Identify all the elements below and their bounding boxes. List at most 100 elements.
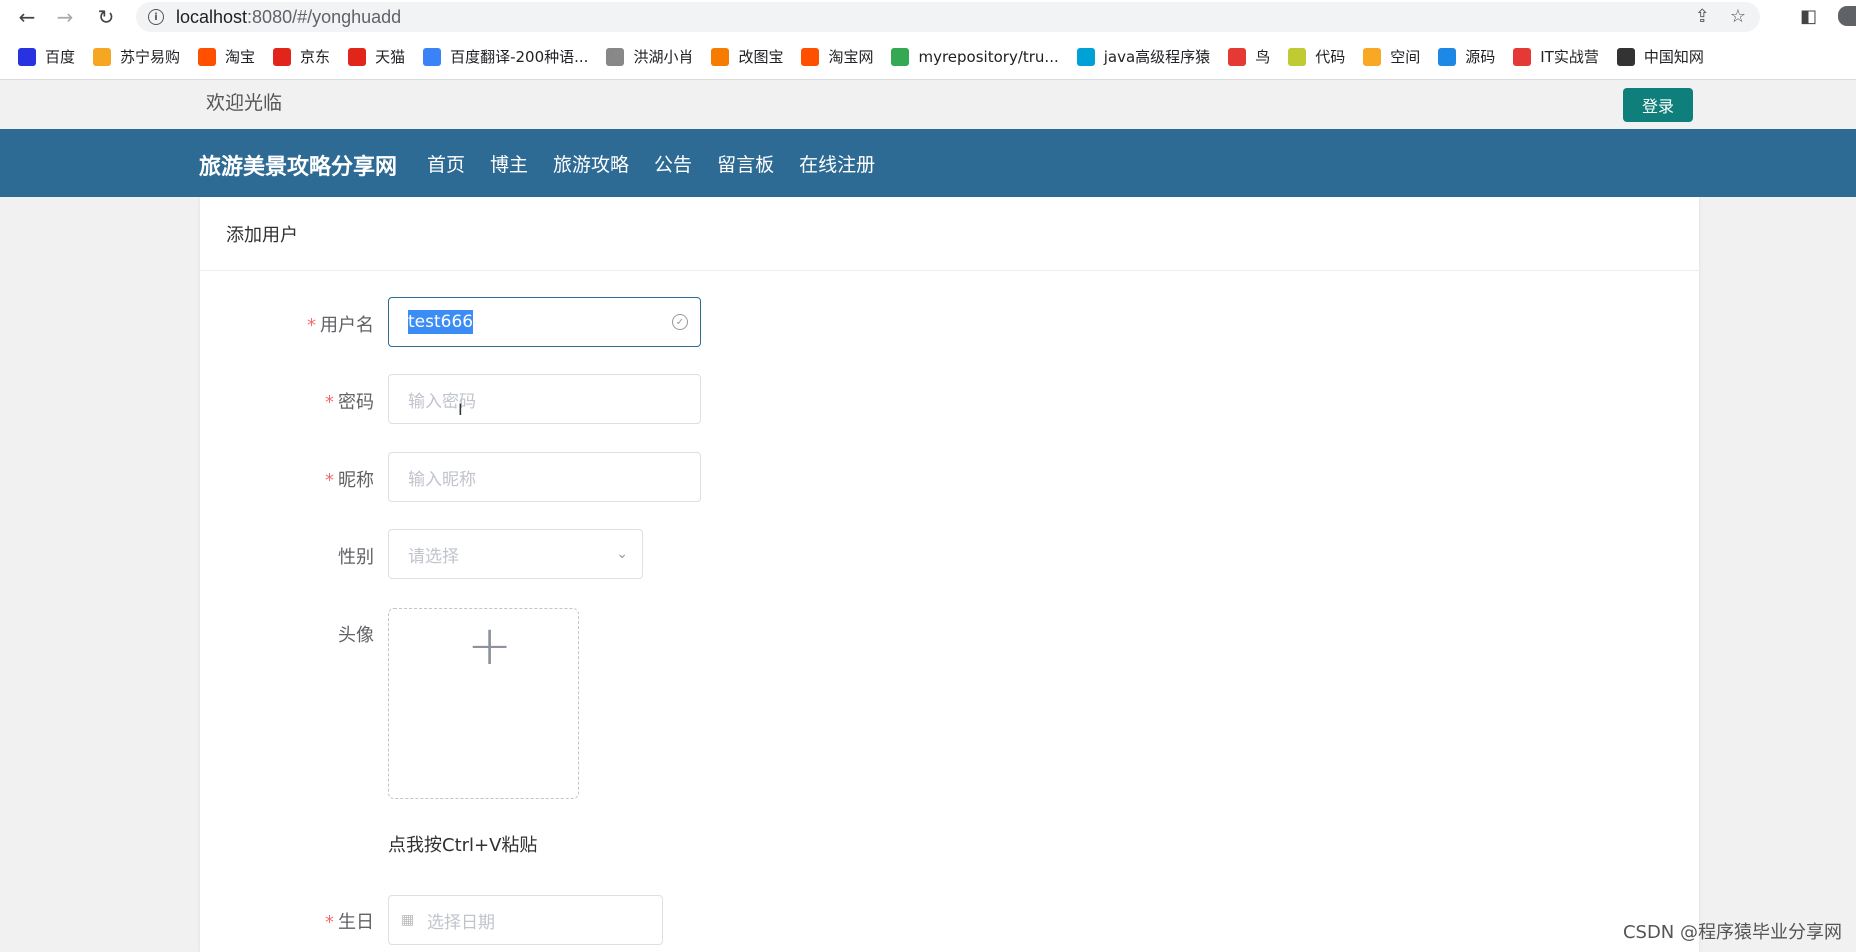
taobao-icon <box>198 47 217 66</box>
gender-select[interactable]: 请选择 ⌄ <box>388 529 643 579</box>
bookmark-item[interactable]: java高级程序猿 <box>1076 46 1211 67</box>
paw-icon <box>18 47 36 66</box>
jd-icon <box>273 47 292 66</box>
bookmark-item[interactable]: 代码 <box>1288 46 1345 67</box>
sidebar-icon[interactable]: ◧ <box>1800 6 1817 27</box>
share-icon[interactable]: ⇪ <box>1695 6 1710 27</box>
gender-placeholder: 请选择 <box>408 546 459 567</box>
bookmark-item[interactable]: 改图宝 <box>711 46 783 67</box>
bookmark-item[interactable]: 天猫 <box>348 46 405 67</box>
nav-item-guides[interactable]: 旅游攻略 <box>553 150 629 177</box>
bookmark-label: 百度翻译-200种语... <box>450 48 589 66</box>
username-input[interactable]: test666 ✓ <box>388 297 701 347</box>
welcome-text: 欢迎光临 <box>206 92 283 114</box>
valid-check-icon: ✓ <box>672 314 688 330</box>
cnki-icon <box>1616 47 1635 66</box>
bird-icon <box>606 47 625 66</box>
space-icon <box>1363 47 1382 66</box>
card-title: 添加用户 <box>200 197 1699 271</box>
plus-icon: + <box>467 614 513 677</box>
welcome-bar: 欢迎光临 登录 <box>0 80 1856 129</box>
bookmark-label: IT实战营 <box>1540 48 1599 66</box>
nav-item-register[interactable]: 在线注册 <box>799 150 875 177</box>
bookmark-item[interactable]: 空间 <box>1363 46 1420 67</box>
translate-icon <box>423 47 442 66</box>
bookmark-item[interactable]: 百度 <box>18 46 75 67</box>
bird-icon <box>1228 47 1247 66</box>
reload-icon[interactable]: ↻ <box>93 4 119 30</box>
add-user-card: 添加用户 * 用户名 test666 ✓ * 密码 输入密码 * 昵称 输入昵称 性别… <box>200 197 1699 952</box>
username-label: * 用户名 <box>307 315 374 336</box>
bookmark-label: 源码 <box>1465 48 1496 66</box>
bookmark-item[interactable]: 中国知网 <box>1616 46 1704 67</box>
bookmark-item[interactable]: 洪湖小肖 <box>606 46 693 67</box>
bookmark-label: 百度 <box>45 48 76 66</box>
nav-item-notices[interactable]: 公告 <box>654 150 692 177</box>
site-brand[interactable]: 旅游美景攻略分享网 <box>199 149 397 181</box>
back-icon[interactable]: ← <box>14 4 40 30</box>
bookmark-item[interactable]: 鸟 <box>1228 46 1270 67</box>
bookmark-label: 京东 <box>300 48 331 66</box>
bookmark-label: 空间 <box>1390 48 1421 66</box>
nav-item-messageboard[interactable]: 留言板 <box>717 150 774 177</box>
bookmark-item[interactable]: 源码 <box>1438 46 1495 67</box>
bookmark-label: 淘宝网 <box>828 48 874 66</box>
address-bar[interactable]: i localhost:8080/#/yonghuadd ⇪ ☆ <box>136 2 1760 32</box>
bookmark-item[interactable]: 苏宁易购 <box>93 46 180 67</box>
bookmark-label: 代码 <box>1315 48 1346 66</box>
calendar-icon: ▦ <box>401 912 415 928</box>
avatar-label: 头像 <box>338 625 374 646</box>
nav-menu: 首页 博主 旅游攻略 公告 留言板 在线注册 <box>427 150 875 177</box>
bookmark-item[interactable]: 淘宝网 <box>801 46 873 67</box>
tv-icon <box>1076 47 1095 66</box>
bookmark-item[interactable]: IT实战营 <box>1513 46 1599 67</box>
nickname-input[interactable]: 输入昵称 <box>388 452 701 502</box>
image-icon <box>711 47 730 66</box>
bookmark-label: 淘宝 <box>225 48 256 66</box>
code-icon <box>1288 47 1307 66</box>
bookmarks-bar: 百度 苏宁易购 淘宝 京东 天猫 百度翻译-200种语... 洪湖小肖 改图宝 淘宝网 myrep… <box>0 34 1856 80</box>
text-cursor-icon: I <box>458 400 463 419</box>
site-info-icon[interactable]: i <box>148 9 164 25</box>
lion-icon <box>93 47 112 66</box>
bookmark-label: 苏宁易购 <box>120 48 181 66</box>
main-navbar: 旅游美景攻略分享网 首页 博主 旅游攻略 公告 留言板 在线注册 <box>0 129 1856 197</box>
nav-item-bloggers[interactable]: 博主 <box>490 150 528 177</box>
nav-item-home[interactable]: 首页 <box>427 150 465 177</box>
required-mark: * <box>325 392 334 413</box>
required-mark: * <box>307 315 316 336</box>
browser-toolbar: ← → ↻ i localhost:8080/#/yonghuadd ⇪ ☆ ◧ <box>0 0 1856 34</box>
profile-icon[interactable] <box>1838 6 1856 26</box>
gender-label: 性别 <box>338 547 374 568</box>
watermark: CSDN @程序猿毕业分享网 <box>1622 922 1842 943</box>
taobao-icon <box>801 47 820 66</box>
birthday-label: * 生日 <box>325 912 374 933</box>
bookmark-item[interactable]: myrepository/tru... <box>891 47 1059 66</box>
chrome-icon <box>1513 47 1532 66</box>
forward-icon[interactable]: → <box>52 4 78 30</box>
nickname-label: * 昵称 <box>325 470 374 491</box>
nickname-placeholder: 输入昵称 <box>408 469 476 490</box>
bookmark-label: 改图宝 <box>738 48 784 66</box>
avatar-upload[interactable]: + <box>388 608 579 799</box>
birthday-picker[interactable]: ▦ 选择日期 <box>388 895 663 945</box>
bookmark-item[interactable]: 百度翻译-200种语... <box>423 46 588 67</box>
bookmark-item[interactable]: 淘宝 <box>198 46 255 67</box>
login-button[interactable]: 登录 <box>1623 88 1693 122</box>
bookmark-item[interactable]: 京东 <box>273 46 330 67</box>
url-text: localhost:8080/#/yonghuadd <box>176 6 402 27</box>
whale-icon <box>1438 47 1457 66</box>
required-mark: * <box>325 912 334 933</box>
bookmark-label: java高级程序猿 <box>1103 48 1211 66</box>
bookmark-label: myrepository/tru... <box>918 47 1059 66</box>
password-placeholder: 输入密码 <box>408 391 476 412</box>
username-value: test666 <box>408 310 474 334</box>
star-icon[interactable]: ☆ <box>1730 6 1746 27</box>
bookmark-label: 洪湖小肖 <box>633 48 694 66</box>
chevron-down-icon: ⌄ <box>616 546 628 562</box>
tmall-icon <box>348 47 367 66</box>
password-input[interactable]: 输入密码 <box>388 374 701 424</box>
paste-hint[interactable]: 点我按Ctrl+V粘贴 <box>388 831 537 857</box>
chrome-icon <box>891 47 910 66</box>
bookmark-label: 中国知网 <box>1643 48 1704 66</box>
